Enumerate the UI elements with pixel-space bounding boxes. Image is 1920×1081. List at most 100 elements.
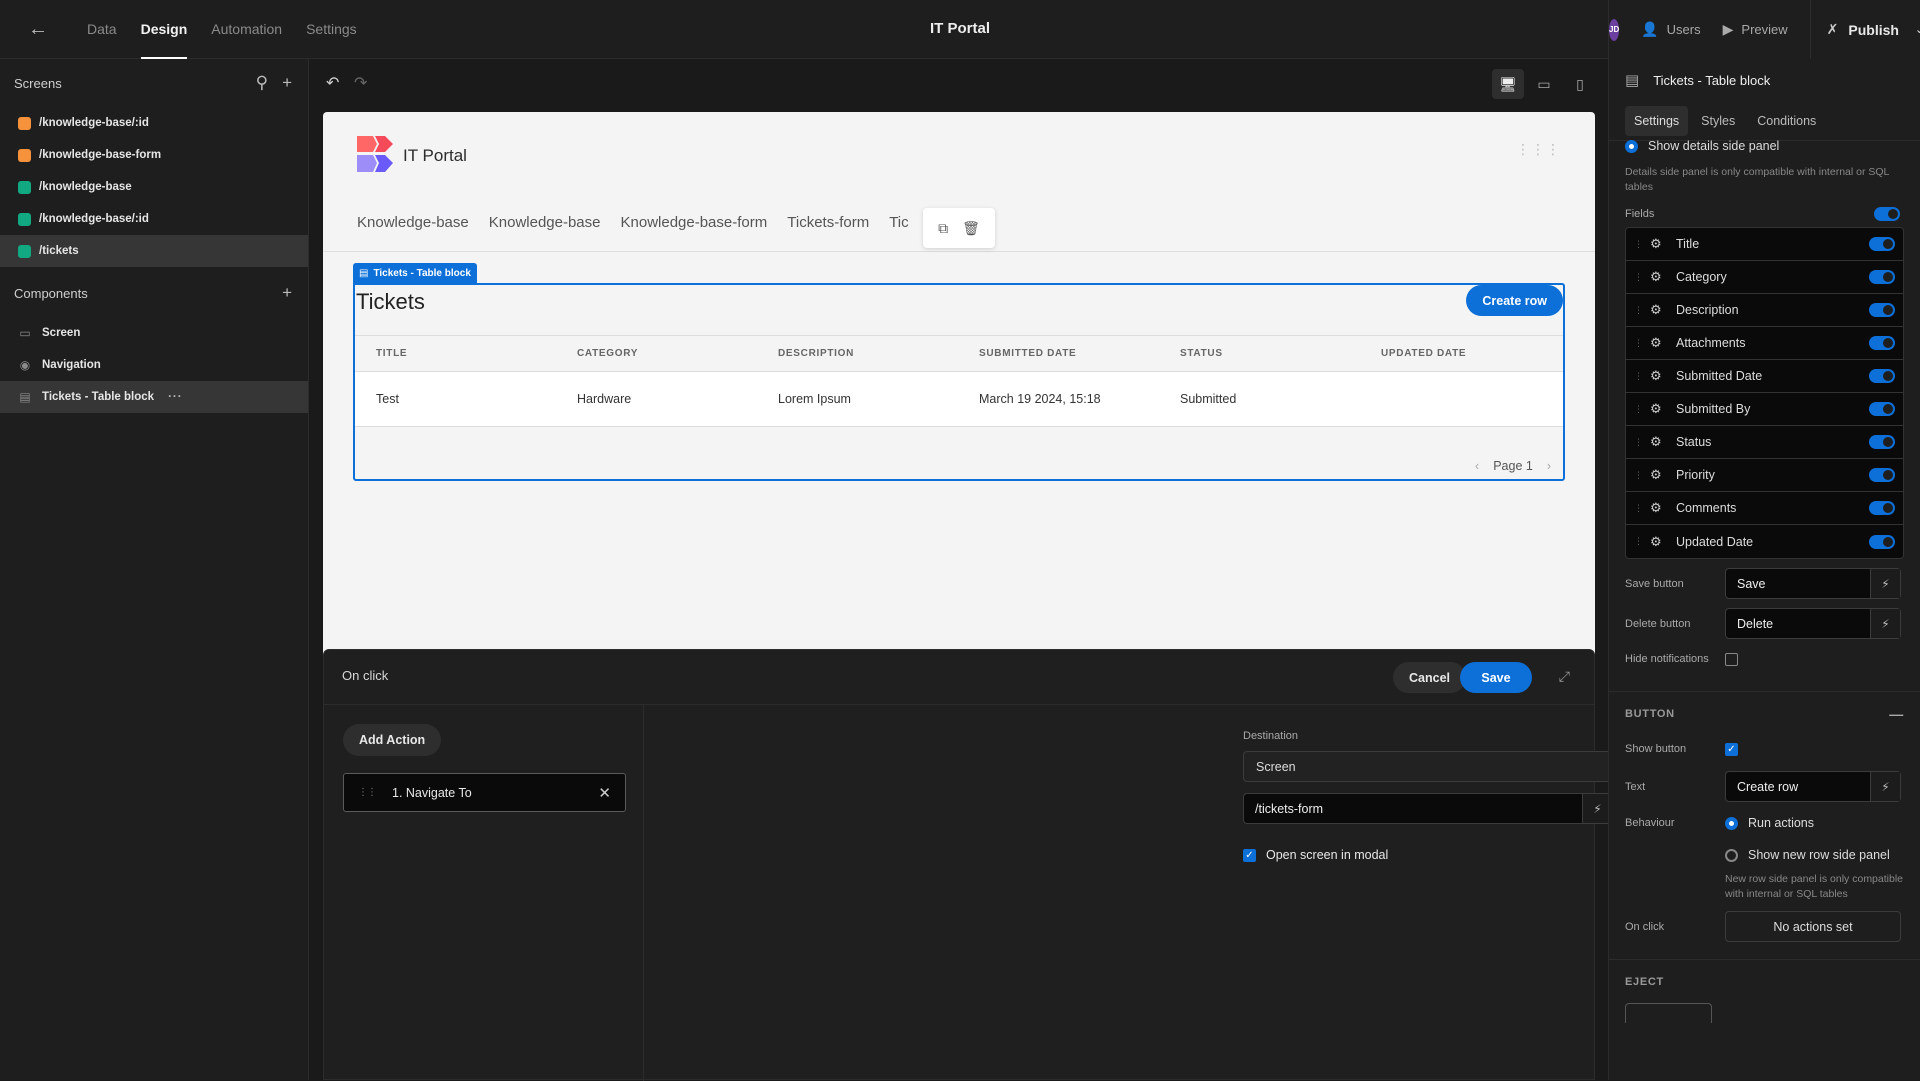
column-header[interactable]: UPDATED DATE — [1360, 348, 1561, 359]
gear-icon[interactable]: ⚙ — [1650, 236, 1666, 252]
gear-icon[interactable]: ⚙ — [1650, 335, 1666, 351]
gear-icon[interactable]: ⚙ — [1650, 368, 1666, 384]
gear-icon[interactable]: ⚙ — [1650, 500, 1666, 516]
show-details-radio[interactable] — [1625, 139, 1638, 153]
more-options-icon[interactable]: ··· — [168, 391, 183, 403]
nav-link[interactable]: Tickets-form — [787, 214, 869, 231]
drag-handle-icon[interactable]: ⋮ — [1634, 470, 1644, 481]
eject-section-header[interactable]: EJECT — [1609, 959, 1920, 1003]
drag-handle-icon[interactable]: ⋮ — [1634, 536, 1644, 547]
drag-grid-icon[interactable]: ⋮⋮⋮ — [1516, 142, 1561, 156]
field-toggle[interactable] — [1869, 534, 1895, 549]
tab-styles[interactable]: Styles — [1692, 106, 1744, 136]
show-button-checkbox[interactable]: ✓ — [1725, 742, 1738, 756]
field-toggle[interactable] — [1869, 270, 1895, 284]
gear-icon[interactable]: ⚙ — [1650, 269, 1666, 285]
field-toggle[interactable] — [1869, 468, 1895, 482]
redo-icon[interactable]: ↷ — [354, 73, 367, 93]
trash-icon[interactable]: 🗑 — [962, 220, 980, 237]
field-toggle[interactable] — [1869, 402, 1895, 416]
field-toggle[interactable] — [1869, 369, 1895, 383]
drag-handle-icon[interactable]: ⋮ — [1634, 239, 1644, 250]
component-item-table-block[interactable]: ▤ Tickets - Table block ··· — [0, 381, 308, 413]
run-actions-radio[interactable] — [1725, 816, 1738, 830]
nav-link[interactable]: Tic — [889, 214, 908, 231]
field-toggle[interactable] — [1869, 237, 1895, 251]
tab-conditions[interactable]: Conditions — [1748, 106, 1825, 136]
column-header[interactable]: CATEGORY — [556, 348, 757, 359]
destination-url-input[interactable]: /tickets-form ⚡ ⌄ — [1243, 793, 1643, 824]
component-item-navigation[interactable]: ◉ Navigation — [0, 349, 308, 381]
users-button[interactable]: 👤 Users — [1641, 21, 1700, 38]
tablet-view-icon[interactable]: ▭ — [1528, 69, 1560, 99]
field-item[interactable]: ⋮ ⚙ Priority — [1626, 459, 1903, 492]
screen-item[interactable]: /tickets — [0, 235, 308, 267]
gear-icon[interactable]: ⚙ — [1650, 434, 1666, 450]
back-arrow-icon[interactable]: ← — [28, 18, 50, 40]
tab-settings[interactable]: Settings — [1625, 105, 1689, 136]
field-toggle[interactable] — [1869, 435, 1895, 449]
tab-design[interactable]: Design — [129, 0, 200, 59]
field-item[interactable]: ⋮ ⚙ Submitted By — [1626, 393, 1903, 426]
drag-handle-icon[interactable]: ⋮ — [1634, 371, 1644, 382]
drag-handle-icon[interactable]: ⋮ — [1634, 437, 1644, 448]
screen-item[interactable]: /knowledge-base — [0, 171, 308, 203]
expand-icon[interactable]: ⤢ — [1559, 668, 1570, 685]
field-item[interactable]: ⋮ ⚙ Comments — [1626, 492, 1903, 525]
gear-icon[interactable]: ⚙ — [1650, 534, 1666, 550]
screen-item[interactable]: /knowledge-base-form — [0, 139, 308, 171]
drag-handle-icon[interactable]: ⋮ — [1634, 338, 1644, 349]
field-toggle[interactable] — [1869, 303, 1895, 317]
publish-button[interactable]: ✗ Publish ⌄ — [1809, 0, 1920, 59]
tab-data[interactable]: Data — [75, 0, 129, 59]
screen-item[interactable]: /knowledge-base/:id — [0, 203, 308, 235]
drag-handle-icon[interactable]: ⋮ — [1634, 272, 1644, 283]
hide-notifications-checkbox[interactable] — [1725, 652, 1738, 666]
add-action-button[interactable]: Add Action — [343, 724, 442, 756]
nav-link[interactable]: Knowledge-base-form — [621, 214, 768, 231]
fields-toggle[interactable] — [1874, 207, 1900, 221]
component-item-screen[interactable]: ▭ Screen — [0, 317, 308, 349]
drag-handle-icon[interactable]: ⋮ — [1634, 404, 1644, 415]
new-row-panel-radio[interactable] — [1725, 848, 1738, 862]
preview-button[interactable]: ▶ Preview — [1723, 21, 1788, 38]
column-header[interactable]: TITLE — [355, 348, 556, 359]
undo-icon[interactable]: ↶ — [326, 73, 339, 93]
add-screen-icon[interactable]: + — [282, 73, 292, 93]
tab-settings[interactable]: Settings — [294, 0, 369, 59]
next-page-icon[interactable]: › — [1547, 459, 1551, 473]
nav-link[interactable]: Knowledge-base — [489, 214, 601, 231]
destination-type-select[interactable]: Screen ⌄ — [1243, 751, 1643, 782]
delete-button-input[interactable]: Delete ⚡ — [1725, 608, 1901, 639]
mobile-view-icon[interactable]: ▯ — [1564, 69, 1596, 99]
button-section-header[interactable]: BUTTON — — [1609, 691, 1920, 735]
field-item[interactable]: ⋮ ⚙ Updated Date — [1626, 525, 1903, 558]
desktop-view-icon[interactable]: 🖥 — [1492, 69, 1524, 99]
prev-page-icon[interactable]: ‹ — [1475, 459, 1479, 473]
chevron-down-icon[interactable]: ⌄ — [1915, 23, 1920, 36]
table-block[interactable]: Tickets Create row TITLE CATEGORY DESCRI… — [353, 283, 1565, 481]
field-item[interactable]: ⋮ ⚙ Submitted Date — [1626, 360, 1903, 393]
tab-automation[interactable]: Automation — [199, 0, 294, 59]
save-button[interactable]: Save — [1460, 662, 1532, 693]
close-icon[interactable]: ✕ — [598, 784, 611, 802]
gear-icon[interactable]: ⚙ — [1650, 467, 1666, 483]
search-icon[interactable]: ⚲ — [256, 73, 268, 93]
eject-button[interactable] — [1625, 1003, 1712, 1023]
gear-icon[interactable]: ⚙ — [1650, 401, 1666, 417]
column-header[interactable]: DESCRIPTION — [757, 348, 958, 359]
collapse-icon[interactable]: — — [1889, 706, 1904, 722]
binding-lightning-icon[interactable]: ⚡ — [1870, 609, 1900, 638]
field-item[interactable]: ⋮ ⚙ Description — [1626, 294, 1903, 327]
create-row-button[interactable]: Create row — [1466, 285, 1563, 316]
open-in-modal-checkbox[interactable]: ✓ — [1243, 848, 1256, 862]
field-item[interactable]: ⋮ ⚙ Title — [1626, 228, 1903, 261]
column-header[interactable]: SUBMITTED DATE — [958, 348, 1159, 359]
avatar[interactable]: JD — [1609, 18, 1620, 41]
screen-item[interactable]: /knowledge-base/:id — [0, 107, 308, 139]
nav-link[interactable]: Knowledge-base — [357, 214, 469, 231]
cancel-button[interactable]: Cancel — [1393, 662, 1466, 693]
binding-lightning-icon[interactable]: ⚡ — [1870, 772, 1900, 801]
field-toggle[interactable] — [1869, 501, 1895, 515]
save-button-input[interactable]: Save ⚡ — [1725, 568, 1901, 599]
